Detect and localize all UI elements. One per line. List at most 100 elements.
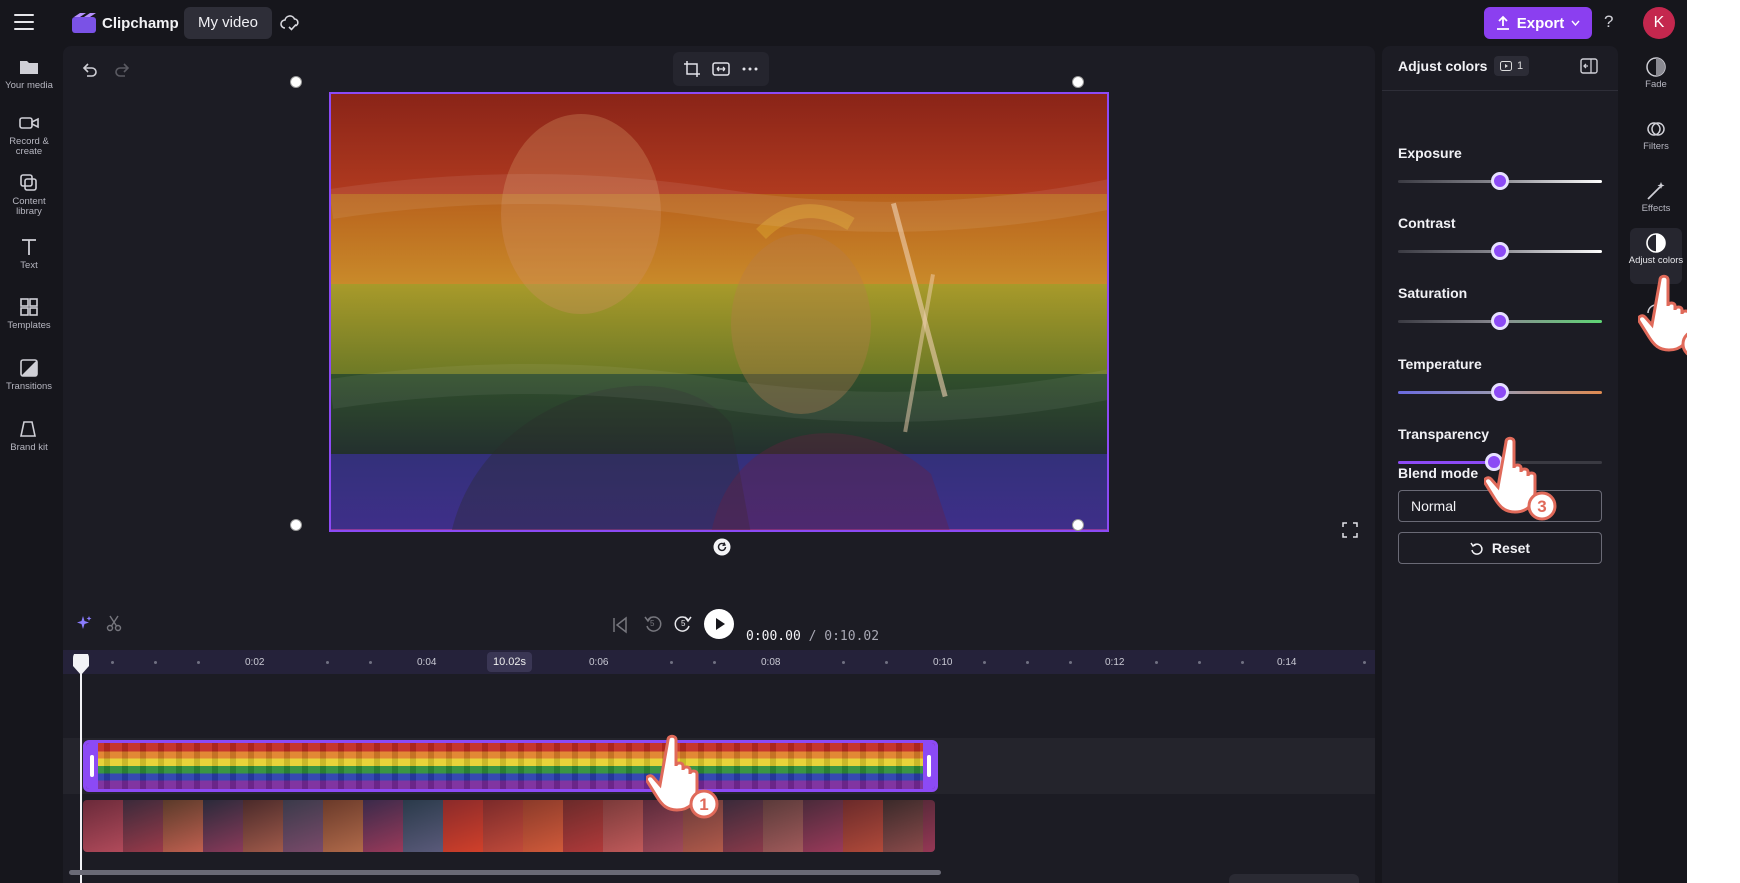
clip-thumbnail	[523, 800, 563, 852]
tab-effects[interactable]: Effects	[1626, 180, 1686, 214]
reset-button[interactable]: Reset	[1398, 532, 1602, 564]
hand-cursor-callout: 3	[1483, 434, 1558, 522]
fullscreen-icon[interactable]	[1341, 521, 1359, 539]
resize-handle-top-left[interactable]	[290, 76, 302, 88]
clip-thumbnail	[243, 800, 283, 852]
tick-label: 0:12	[1105, 657, 1125, 668]
help-button[interactable]: ?	[1604, 12, 1613, 32]
rewind-seconds: 5	[650, 619, 655, 628]
tick-dot	[842, 661, 845, 664]
rail-item-label: Filters	[1643, 141, 1669, 152]
tick-label: 0:08	[761, 657, 781, 668]
filters-icon	[1647, 122, 1665, 136]
video-preview[interactable]	[329, 92, 1109, 532]
sidebar-item-label: Record & create	[9, 136, 49, 157]
forward-5-button[interactable]: 5	[673, 614, 693, 634]
video-clip-icon	[1500, 61, 1512, 71]
brand-kit-icon	[20, 421, 36, 437]
sidebar-item-your-media[interactable]: Your media	[0, 56, 58, 91]
ai-sparkle-icon[interactable]	[75, 614, 93, 632]
camera-icon	[19, 117, 39, 129]
project-title[interactable]: My video	[184, 7, 273, 39]
redo-icon[interactable]	[113, 60, 133, 80]
clip-thumbnail	[323, 800, 363, 852]
clip-thumbnail	[923, 800, 935, 852]
sidebar-item-templates[interactable]: Templates	[0, 296, 58, 331]
resize-handle-top-right[interactable]	[1072, 76, 1084, 88]
chevron-down-icon	[1571, 20, 1580, 26]
rotate-icon[interactable]	[713, 538, 731, 556]
export-label: Export	[1516, 14, 1565, 32]
sidebar-item-label: Brand kit	[10, 442, 48, 453]
undo-icon[interactable]	[79, 60, 99, 80]
text-icon	[22, 239, 36, 255]
folder-icon	[20, 61, 38, 74]
clip-thumbnail	[803, 800, 843, 852]
clip-thumbnail	[723, 800, 763, 852]
export-button[interactable]: Export	[1484, 7, 1592, 39]
playhead-handle[interactable]	[72, 654, 90, 676]
play-button[interactable]	[704, 609, 734, 639]
clip-length-badge: 10.02s	[487, 652, 533, 672]
clip-thumbnail	[883, 800, 923, 852]
playhead[interactable]	[80, 674, 82, 883]
menu-icon[interactable]	[14, 14, 34, 32]
fade-icon	[1646, 57, 1666, 77]
rewind-5-button[interactable]: 5	[643, 614, 663, 634]
resize-handle-bottom-right[interactable]	[1072, 519, 1084, 531]
callout-number: 3	[1537, 497, 1546, 516]
cloud-sync-icon[interactable]	[280, 13, 300, 33]
tab-adjust-colors[interactable]: Adjust colors	[1626, 232, 1686, 266]
timeline-ruler[interactable]: 0:02 0:04 10.02s 0:06 0:08 0:10 0:12 0:1…	[63, 650, 1375, 674]
rainbow-flag-clip[interactable]	[83, 740, 938, 792]
more-options-icon[interactable]	[741, 60, 759, 78]
clip-thumbnail	[83, 800, 123, 852]
slider-thumb[interactable]	[1491, 312, 1509, 330]
fit-icon[interactable]	[712, 60, 730, 78]
timeline-scrollbar[interactable]	[69, 870, 941, 875]
tab-fade[interactable]: Fade	[1626, 56, 1686, 90]
tick-dot	[197, 661, 200, 664]
slider-thumb[interactable]	[1491, 383, 1509, 401]
pointing-hand-icon: 2	[1637, 274, 1687, 356]
split-scissors-icon[interactable]	[105, 614, 123, 632]
duration: / 0:10.02	[808, 629, 880, 644]
transitions-icon	[20, 359, 38, 377]
tick-dot	[885, 661, 888, 664]
sidebar-item-record-create[interactable]: Record & create	[0, 112, 58, 157]
panel-divider	[1382, 90, 1618, 91]
hand-cursor-callout: 1	[645, 732, 720, 820]
avatar[interactable]: K	[1643, 7, 1675, 39]
tick-label: 0:04	[417, 657, 437, 668]
clip-thumbnail	[283, 800, 323, 852]
clip-thumbnail	[603, 800, 643, 852]
clip-thumbnail	[763, 800, 803, 852]
video-frame-people	[331, 114, 1107, 530]
sidebar-item-text[interactable]: Text	[0, 236, 58, 271]
sidebar-item-content-library[interactable]: Content library	[0, 172, 58, 217]
tick-dot	[1241, 661, 1244, 664]
collapse-panel-icon[interactable]	[1580, 58, 1598, 74]
current-time: 0:00.00	[746, 629, 801, 644]
tab-filters[interactable]: Filters	[1626, 118, 1686, 152]
sidebar-item-transitions[interactable]: Transitions	[0, 357, 58, 392]
tick-dot	[670, 661, 673, 664]
clip-trim-handle-left[interactable]	[86, 743, 98, 789]
sidebar-item-label: Text	[20, 260, 38, 271]
video-clip[interactable]	[83, 800, 935, 852]
slider-thumb[interactable]	[1491, 242, 1509, 260]
clip-thumbnail	[563, 800, 603, 852]
resize-handle-bottom-left[interactable]	[290, 519, 302, 531]
clip-trim-handle-right[interactable]	[923, 743, 935, 789]
clip-thumbnail	[123, 800, 163, 852]
sidebar-item-brand-kit[interactable]: Brand kit	[0, 418, 58, 453]
pointing-hand-icon: 1	[645, 734, 719, 819]
tick-dot	[983, 661, 986, 664]
crop-icon[interactable]	[683, 60, 701, 78]
tick-dot	[326, 661, 329, 664]
callout-number: 1	[699, 795, 708, 814]
skip-to-start-icon[interactable]	[611, 616, 629, 634]
sidebar-item-label: Content library	[12, 196, 46, 217]
slider-thumb[interactable]	[1491, 172, 1509, 190]
contrast-label: Contrast	[1398, 215, 1456, 231]
